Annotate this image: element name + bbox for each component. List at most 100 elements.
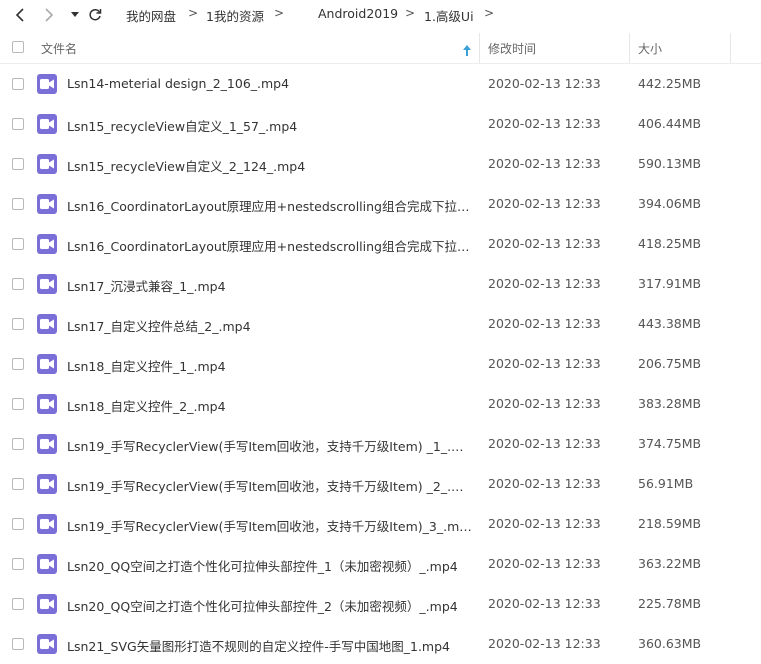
file-row[interactable]: Lsn19_手写RecyclerView(手写Item回收池，支持千万级Item… xyxy=(0,504,761,544)
column-header-size[interactable]: 大小 xyxy=(638,40,662,57)
row-checkbox[interactable] xyxy=(12,598,24,610)
file-size: 442.25MB xyxy=(638,76,702,91)
file-name[interactable]: Lsn17_沉浸式兼容_1_.mp4 xyxy=(67,276,472,295)
video-file-icon xyxy=(37,234,57,254)
file-size: 363.22MB xyxy=(638,556,702,571)
video-file-icon xyxy=(37,514,57,534)
breadcrumb-item[interactable]: Android2019 xyxy=(318,6,398,21)
file-size: 317.91MB xyxy=(638,276,702,291)
file-name[interactable]: Lsn20_QQ空间之打造个性化可拉伸头部控件_1（未加密视频）_.mp4 xyxy=(67,556,472,575)
file-modified-date: 2020-02-13 12:33 xyxy=(488,636,601,651)
refresh-button[interactable] xyxy=(86,5,104,25)
file-modified-date: 2020-02-13 12:33 xyxy=(488,396,601,411)
file-modified-date: 2020-02-13 12:33 xyxy=(488,516,601,531)
forward-button[interactable] xyxy=(40,5,58,25)
file-name[interactable]: Lsn14-meterial design_2_106_.mp4 xyxy=(67,76,472,91)
file-row[interactable]: Lsn16_CoordinatorLayout原理应用+nestedscroll… xyxy=(0,224,761,264)
breadcrumb-separator: > xyxy=(405,6,416,20)
file-modified-date: 2020-02-13 12:33 xyxy=(488,76,601,91)
file-size: 418.25MB xyxy=(638,236,702,251)
back-button[interactable] xyxy=(11,5,29,25)
file-row[interactable]: Lsn19_手写RecyclerView(手写Item回收池，支持千万级Item… xyxy=(0,464,761,504)
file-row[interactable]: Lsn20_QQ空间之打造个性化可拉伸头部控件_1（未加密视频）_.mp4 202… xyxy=(0,544,761,584)
file-row[interactable]: Lsn15_recycleView自定义_2_124_.mp4 2020-02-1… xyxy=(0,144,761,184)
row-checkbox[interactable] xyxy=(12,158,24,170)
video-file-icon xyxy=(37,634,57,654)
file-size: 394.06MB xyxy=(638,196,702,211)
file-row[interactable]: Lsn18_自定义控件_2_.mp4 2020-02-13 12:33 383.28… xyxy=(0,384,761,424)
chevron-left-icon xyxy=(15,8,24,22)
row-checkbox[interactable] xyxy=(12,198,24,210)
video-file-icon xyxy=(37,394,57,414)
file-row[interactable]: Lsn18_自定义控件_1_.mp4 2020-02-13 12:33 206.75… xyxy=(0,344,761,384)
file-row[interactable]: Lsn15_recycleView自定义_1_57_.mp4 2020-02-13… xyxy=(0,104,761,144)
row-checkbox[interactable] xyxy=(12,358,24,370)
file-modified-date: 2020-02-13 12:33 xyxy=(488,156,601,171)
file-modified-date: 2020-02-13 12:33 xyxy=(488,476,601,491)
file-modified-date: 2020-02-13 12:33 xyxy=(488,116,601,131)
file-name[interactable]: Lsn15_recycleView自定义_2_124_.mp4 xyxy=(67,156,472,175)
row-checkbox[interactable] xyxy=(12,118,24,130)
file-name[interactable]: Lsn19_手写RecyclerView(手写Item回收池，支持千万级Item… xyxy=(67,516,472,535)
column-divider[interactable] xyxy=(730,33,731,63)
sort-ascending-icon[interactable] xyxy=(463,41,471,60)
video-file-icon xyxy=(37,114,57,134)
breadcrumb-separator: > xyxy=(484,6,495,20)
breadcrumb-item[interactable]: 我的网盘 xyxy=(126,6,176,25)
column-header-name[interactable]: 文件名 xyxy=(41,40,77,57)
file-modified-date: 2020-02-13 12:33 xyxy=(488,316,601,331)
file-size: 590.13MB xyxy=(638,156,702,171)
row-checkbox[interactable] xyxy=(12,478,24,490)
video-file-icon xyxy=(37,554,57,574)
file-row[interactable]: Lsn21_SVG矢量图形打造不规则的自定义控件-手写中国地图_1.mp4 202… xyxy=(0,624,761,664)
file-name[interactable]: Lsn15_recycleView自定义_1_57_.mp4 xyxy=(67,116,472,135)
row-checkbox[interactable] xyxy=(12,438,24,450)
row-checkbox[interactable] xyxy=(12,78,24,90)
row-checkbox[interactable] xyxy=(12,318,24,330)
row-checkbox[interactable] xyxy=(12,238,24,250)
file-size: 360.63MB xyxy=(638,636,702,651)
video-file-icon xyxy=(37,474,57,494)
breadcrumb-separator: > xyxy=(188,6,199,20)
video-file-icon xyxy=(37,354,57,374)
file-name[interactable]: Lsn21_SVG矢量图形打造不规则的自定义控件-手写中国地图_1.mp4 xyxy=(67,636,472,655)
history-dropdown-button[interactable] xyxy=(66,5,84,25)
file-name[interactable]: Lsn18_自定义控件_1_.mp4 xyxy=(67,356,472,375)
breadcrumb-item[interactable]: 1我的资源 xyxy=(206,6,264,25)
video-file-icon xyxy=(37,594,57,614)
row-checkbox[interactable] xyxy=(12,278,24,290)
file-name[interactable]: Lsn19_手写RecyclerView(手写Item回收池，支持千万级Item… xyxy=(67,436,472,455)
file-modified-date: 2020-02-13 12:33 xyxy=(488,436,601,451)
row-checkbox[interactable] xyxy=(12,638,24,650)
file-modified-date: 2020-02-13 12:33 xyxy=(488,276,601,291)
file-row[interactable]: Lsn20_QQ空间之打造个性化可拉伸头部控件_2（未加密视频）_.mp4 202… xyxy=(0,584,761,624)
column-header-date[interactable]: 修改时间 xyxy=(488,40,536,57)
file-name[interactable]: Lsn16_CoordinatorLayout原理应用+nestedscroll… xyxy=(67,236,472,255)
file-name[interactable]: Lsn16_CoordinatorLayout原理应用+nestedscroll… xyxy=(67,196,472,215)
video-file-icon xyxy=(37,194,57,214)
file-size: 374.75MB xyxy=(638,436,702,451)
chevron-right-icon xyxy=(45,8,54,22)
breadcrumb-item-current[interactable]: 1.高级Ui xyxy=(424,6,474,25)
video-file-icon xyxy=(37,434,57,454)
file-name[interactable]: Lsn19_手写RecyclerView(手写Item回收池，支持千万级Item… xyxy=(67,476,472,495)
row-checkbox[interactable] xyxy=(12,518,24,530)
select-all-checkbox[interactable] xyxy=(12,41,24,53)
file-size: 406.44MB xyxy=(638,116,702,131)
row-checkbox[interactable] xyxy=(12,398,24,410)
file-row[interactable]: Lsn14-meterial design_2_106_.mp4 2020-02-… xyxy=(0,64,761,104)
file-modified-date: 2020-02-13 12:33 xyxy=(488,196,601,211)
file-name[interactable]: Lsn18_自定义控件_2_.mp4 xyxy=(67,396,472,415)
refresh-icon xyxy=(89,8,102,21)
column-divider[interactable] xyxy=(629,33,630,63)
file-row[interactable]: Lsn16_CoordinatorLayout原理应用+nestedscroll… xyxy=(0,184,761,224)
row-checkbox[interactable] xyxy=(12,558,24,570)
file-name[interactable]: Lsn17_自定义控件总结_2_.mp4 xyxy=(67,316,472,335)
file-modified-date: 2020-02-13 12:33 xyxy=(488,236,601,251)
file-row[interactable]: Lsn17_自定义控件总结_2_.mp4 2020-02-13 12:33 443.… xyxy=(0,304,761,344)
column-divider[interactable] xyxy=(479,33,480,63)
file-row[interactable]: Lsn17_沉浸式兼容_1_.mp4 2020-02-13 12:33 317.91… xyxy=(0,264,761,304)
file-modified-date: 2020-02-13 12:33 xyxy=(488,356,601,371)
file-name[interactable]: Lsn20_QQ空间之打造个性化可拉伸头部控件_2（未加密视频）_.mp4 xyxy=(67,596,472,615)
file-row[interactable]: Lsn19_手写RecyclerView(手写Item回收池，支持千万级Item… xyxy=(0,424,761,464)
